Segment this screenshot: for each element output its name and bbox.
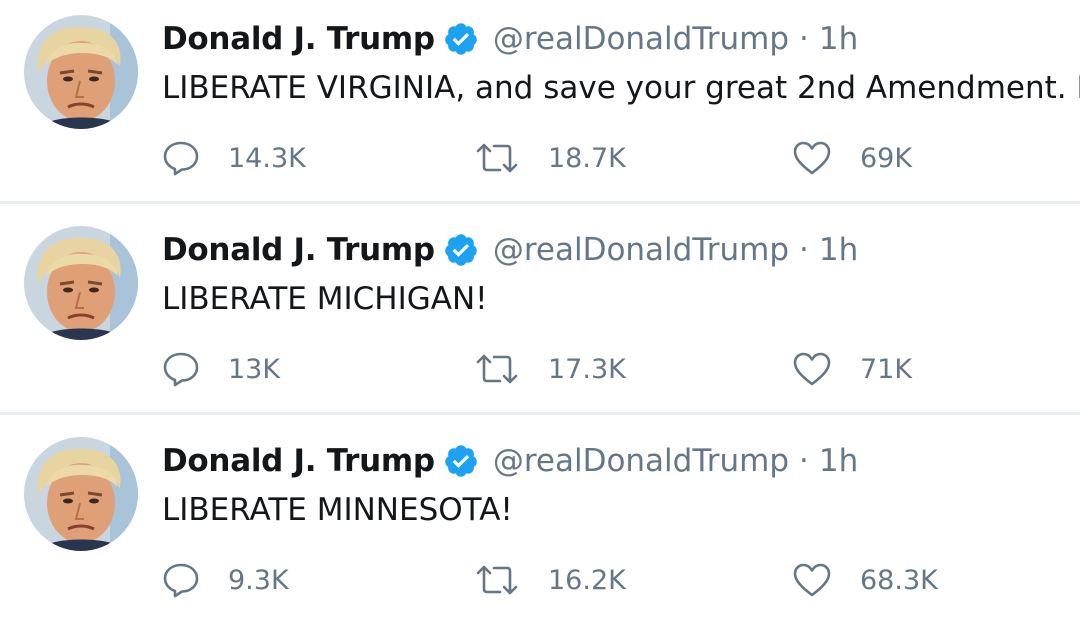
tweet-header: Donald J. Trump @realDonaldTrump · 1h bbox=[162, 439, 858, 483]
tweet-actions: 14.3K 18.7K 69K bbox=[0, 136, 1080, 180]
heart-icon bbox=[793, 141, 831, 175]
like-button[interactable]: 69K bbox=[792, 136, 912, 180]
retweet-icon bbox=[476, 143, 518, 173]
reply-button[interactable]: 9.3K bbox=[162, 558, 289, 602]
tweet-header: Donald J. Trump @realDonaldTrump · 1h bbox=[162, 228, 858, 272]
avatar-portrait-icon bbox=[24, 15, 138, 129]
retweet-count: 16.2K bbox=[548, 564, 626, 596]
tweet[interactable]: Donald J. Trump @realDonaldTrump · 1h LI… bbox=[0, 211, 1080, 413]
retweet-count: 17.3K bbox=[548, 353, 626, 385]
avatar[interactable] bbox=[24, 15, 138, 129]
separator: · bbox=[799, 443, 809, 479]
tweet-text: LIBERATE MICHIGAN! bbox=[162, 281, 488, 317]
tweet[interactable]: Donald J. Trump @realDonaldTrump · 1h LI… bbox=[0, 422, 1080, 624]
separator: · bbox=[799, 232, 809, 268]
verified-badge-icon bbox=[445, 23, 477, 55]
retweet-icon bbox=[476, 354, 518, 384]
like-button[interactable]: 71K bbox=[792, 347, 912, 391]
verified-badge-icon bbox=[445, 234, 477, 266]
tweet-header: Donald J. Trump @realDonaldTrump · 1h bbox=[162, 17, 858, 61]
reply-count: 9.3K bbox=[228, 564, 289, 596]
reply-icon bbox=[163, 141, 199, 176]
retweet-button[interactable]: 18.7K bbox=[474, 136, 626, 180]
tweet[interactable]: Donald J. Trump @realDonaldTrump · 1h LI… bbox=[0, 0, 1080, 202]
like-count: 69K bbox=[860, 142, 913, 174]
author-handle[interactable]: @realDonaldTrump bbox=[493, 443, 789, 479]
like-count: 71K bbox=[860, 353, 913, 385]
reply-icon bbox=[163, 352, 199, 387]
reply-button[interactable]: 14.3K bbox=[162, 136, 306, 180]
reply-count: 14.3K bbox=[228, 142, 306, 174]
separator: · bbox=[799, 21, 809, 57]
divider bbox=[0, 201, 1080, 204]
retweet-button[interactable]: 16.2K bbox=[474, 558, 626, 602]
avatar[interactable] bbox=[24, 226, 138, 340]
avatar-portrait-icon bbox=[24, 226, 138, 340]
timestamp[interactable]: 1h bbox=[819, 443, 858, 479]
tweet-text: LIBERATE MINNESOTA! bbox=[162, 492, 513, 528]
timestamp[interactable]: 1h bbox=[819, 21, 858, 57]
like-button[interactable]: 68.3K bbox=[792, 558, 938, 602]
retweet-icon bbox=[476, 565, 518, 595]
reply-icon bbox=[163, 563, 199, 598]
heart-icon bbox=[793, 563, 831, 597]
tweet-actions: 13K 17.3K 71K bbox=[0, 347, 1080, 391]
tweet-text: LIBERATE VIRGINIA, and save your great 2… bbox=[162, 70, 1080, 106]
avatar[interactable] bbox=[24, 437, 138, 551]
author-name[interactable]: Donald J. Trump bbox=[162, 443, 435, 479]
author-handle[interactable]: @realDonaldTrump bbox=[493, 21, 789, 57]
timestamp[interactable]: 1h bbox=[819, 232, 858, 268]
reply-button[interactable]: 13K bbox=[162, 347, 280, 391]
tweet-actions: 9.3K 16.2K 68.3K bbox=[0, 558, 1080, 602]
heart-icon bbox=[793, 352, 831, 386]
like-count: 68.3K bbox=[860, 564, 938, 596]
reply-count: 13K bbox=[228, 353, 281, 385]
divider bbox=[0, 412, 1080, 415]
avatar-portrait-icon bbox=[24, 437, 138, 551]
author-name[interactable]: Donald J. Trump bbox=[162, 21, 435, 57]
retweet-count: 18.7K bbox=[548, 142, 626, 174]
author-handle[interactable]: @realDonaldTrump bbox=[493, 232, 789, 268]
verified-badge-icon bbox=[445, 445, 477, 477]
retweet-button[interactable]: 17.3K bbox=[474, 347, 626, 391]
author-name[interactable]: Donald J. Trump bbox=[162, 232, 435, 268]
